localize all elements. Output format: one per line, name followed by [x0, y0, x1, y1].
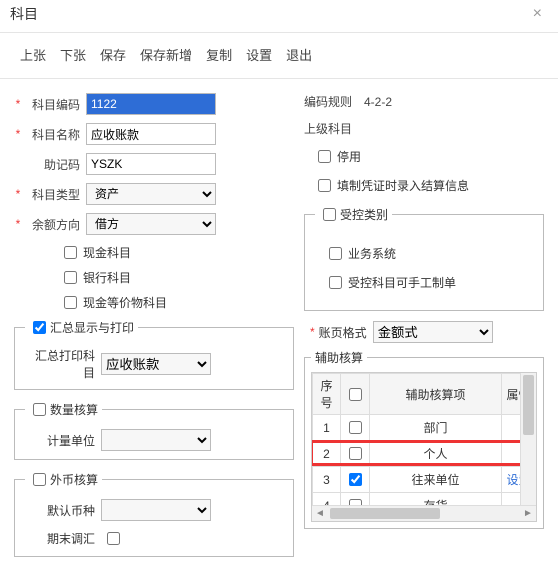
- summary-fieldset: 汇总显示与打印 汇总打印科目 应收账款: [14, 318, 294, 390]
- fx-period-adj-label: 期末调汇: [25, 530, 95, 547]
- cell-item: 部门: [370, 415, 502, 441]
- menu-save[interactable]: 保存: [100, 45, 126, 64]
- close-icon[interactable]: ×: [527, 5, 548, 23]
- cash-equiv-checkbox[interactable]: [64, 296, 77, 309]
- required-mark: *: [14, 187, 22, 201]
- acct-format-select[interactable]: 金额式: [373, 321, 493, 343]
- voucher-settle-checkbox[interactable]: [318, 179, 331, 192]
- row-checkbox[interactable]: [349, 473, 362, 486]
- summary-legend: 汇总显示与打印: [50, 319, 134, 336]
- code-input[interactable]: [86, 93, 216, 115]
- bank-checkbox[interactable]: [64, 271, 77, 284]
- fx-period-adj-checkbox[interactable]: [107, 532, 120, 545]
- menu-next[interactable]: 下张: [60, 45, 86, 64]
- row-checkbox[interactable]: [349, 447, 362, 460]
- required-mark: *: [14, 217, 22, 231]
- qty-fieldset: 数量核算 计量单位: [14, 400, 294, 460]
- table-row[interactable]: 1 部门: [313, 415, 536, 441]
- cash-label: 现金科目: [83, 244, 131, 261]
- row-checkbox[interactable]: [349, 421, 362, 434]
- menu-prev[interactable]: 上张: [20, 45, 46, 64]
- cell-item: 个人: [370, 441, 502, 467]
- disabled-label: 停用: [337, 148, 361, 165]
- cash-checkbox[interactable]: [64, 246, 77, 259]
- acct-format-label: 账页格式: [319, 324, 367, 341]
- biz-system-checkbox[interactable]: [329, 247, 342, 260]
- balance-label: 余额方向: [22, 216, 80, 233]
- cell-seq: 1: [313, 415, 341, 441]
- scroll-left-icon[interactable]: ◄: [312, 508, 328, 519]
- type-select[interactable]: 资产: [86, 183, 216, 205]
- controlled-toggle-checkbox[interactable]: [323, 208, 336, 221]
- qty-unit-select[interactable]: [101, 429, 211, 451]
- table-row[interactable]: 2 个人: [313, 441, 536, 467]
- col-item: 辅助核算项: [370, 374, 502, 415]
- cell-seq: 2: [313, 441, 341, 467]
- rule-value: 4-2-2: [364, 95, 392, 109]
- qty-unit-label: 计量单位: [25, 432, 95, 449]
- scrollbar-vertical[interactable]: [520, 373, 536, 505]
- voucher-settle-label: 填制凭证时录入结算信息: [337, 177, 469, 194]
- name-label: 科目名称: [22, 126, 80, 143]
- scrollbar-horizontal[interactable]: ◄ ►: [312, 505, 536, 521]
- biz-system-label: 业务系统: [348, 245, 396, 262]
- summary-toggle-checkbox[interactable]: [33, 321, 46, 334]
- aux-table: 序号 辅助核算项 属性 1部门2个人3往来单位设置4存货5项目设置: [312, 373, 536, 522]
- cell-seq: 3: [313, 467, 341, 493]
- col-seq: 序号: [313, 374, 341, 415]
- required-mark: *: [14, 127, 22, 141]
- manual-order-checkbox[interactable]: [329, 276, 342, 289]
- bank-label: 银行科目: [83, 269, 131, 286]
- summary-print-label: 汇总打印科目: [25, 347, 95, 381]
- menu-bar: 上张 下张 保存 保存新增 复制 设置 退出: [0, 33, 558, 79]
- cash-equiv-label: 现金等价物科目: [83, 294, 167, 311]
- disabled-checkbox[interactable]: [318, 150, 331, 163]
- dialog-title: 科目: [10, 4, 38, 24]
- fx-legend: 外币核算: [50, 471, 98, 488]
- type-label: 科目类型: [22, 186, 80, 203]
- balance-select[interactable]: 借方: [86, 213, 216, 235]
- summary-print-select[interactable]: 应收账款: [101, 353, 211, 375]
- cell-check: [341, 441, 370, 467]
- controlled-legend: 受控类别: [340, 206, 388, 223]
- menu-exit[interactable]: 退出: [286, 45, 312, 64]
- cell-check: [341, 467, 370, 493]
- code-label: 科目编码: [22, 96, 80, 113]
- fx-default-select[interactable]: [101, 499, 211, 521]
- required-mark: *: [310, 325, 315, 339]
- menu-copy[interactable]: 复制: [206, 45, 232, 64]
- mnemonic-label: 助记码: [22, 156, 80, 173]
- rule-label: 编码规则: [304, 93, 364, 110]
- name-input[interactable]: [86, 123, 216, 145]
- col-check-all[interactable]: [349, 388, 362, 401]
- manual-order-label: 受控科目可手工制单: [348, 274, 456, 291]
- qty-legend: 数量核算: [50, 401, 98, 418]
- aux-fieldset: 辅助核算 序号 辅助核算项 属性 1部门2个人3往来单位设置4存货5项目设置: [304, 349, 544, 529]
- fx-default-label: 默认币种: [25, 502, 95, 519]
- required-mark: *: [14, 97, 22, 111]
- col-check: [341, 374, 370, 415]
- scroll-right-icon[interactable]: ►: [520, 508, 536, 519]
- fx-fieldset: 外币核算 默认币种 期末调汇: [14, 470, 294, 557]
- cell-item: 往来单位: [370, 467, 502, 493]
- cell-check: [341, 415, 370, 441]
- menu-settings[interactable]: 设置: [246, 45, 272, 64]
- aux-table-wrap: 序号 辅助核算项 属性 1部门2个人3往来单位设置4存货5项目设置 ◄ ►: [311, 372, 537, 522]
- fx-toggle-checkbox[interactable]: [33, 473, 46, 486]
- mnemonic-input[interactable]: [86, 153, 216, 175]
- menu-save-new[interactable]: 保存新增: [140, 45, 192, 64]
- controlled-fieldset: 受控类别 业务系统 受控科目可手工制单: [304, 205, 544, 311]
- aux-legend: 辅助核算: [315, 349, 363, 366]
- table-row[interactable]: 3往来单位设置: [313, 467, 536, 493]
- parent-label: 上级科目: [304, 120, 364, 137]
- qty-toggle-checkbox[interactable]: [33, 403, 46, 416]
